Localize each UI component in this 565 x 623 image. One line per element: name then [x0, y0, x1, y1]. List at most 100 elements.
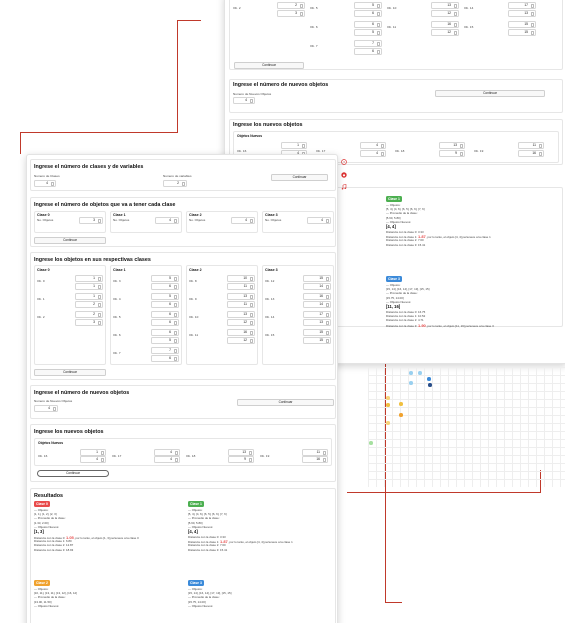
- objects-per-class-continue-button[interactable]: Continuar: [34, 237, 106, 244]
- object-label: Ob. 9: [189, 297, 197, 301]
- vars-count-input[interactable]: 2: [163, 180, 187, 187]
- objects-count-input[interactable]: 3: [79, 217, 103, 224]
- back-new-object-input[interactable]: 4: [360, 150, 386, 157]
- back-object-input[interactable]: 6: [354, 48, 382, 55]
- github-icon[interactable]: [341, 172, 347, 178]
- new-objects-continue-button[interactable]: Continuar: [37, 470, 109, 477]
- back-new-count-input[interactable]: 4: [233, 97, 255, 104]
- class-count-box: Clase 3 No. Objetos 4: [262, 211, 334, 233]
- back-object-input[interactable]: 7: [354, 40, 382, 47]
- back-new-count-continue-button[interactable]: Continuar: [435, 90, 545, 97]
- new-object-input[interactable]: 16: [302, 456, 328, 463]
- new-objects-subtitle: Objetos Nuevos: [38, 441, 64, 445]
- object-value-input[interactable]: 12: [227, 337, 255, 344]
- object-value-input[interactable]: 12: [227, 319, 255, 326]
- object-value-input[interactable]: 6: [151, 283, 179, 290]
- object-value-input[interactable]: 11: [227, 283, 255, 290]
- object-value-input[interactable]: 15: [303, 337, 331, 344]
- new-object-input[interactable]: 4: [154, 449, 180, 456]
- object-value-input[interactable]: 6: [151, 301, 179, 308]
- distance-row: Distancia con la clase 3: 15.41: [386, 242, 426, 247]
- back-object-input[interactable]: 12: [431, 29, 459, 36]
- object-value-input[interactable]: 10: [227, 275, 255, 282]
- classes-count-input[interactable]: 4: [34, 180, 56, 187]
- new-count-continue-button[interactable]: Continuar: [237, 399, 334, 406]
- new-object-input[interactable]: 4: [80, 456, 106, 463]
- new-object-input[interactable]: 1: [80, 449, 106, 456]
- connector-line: [20, 132, 178, 133]
- object-value-input[interactable]: 6: [151, 311, 179, 318]
- back-object-input[interactable]: 13: [431, 2, 459, 9]
- object-value-input[interactable]: 6: [151, 319, 179, 326]
- object-value-input[interactable]: 17: [303, 311, 331, 318]
- objects-count-label: No. Objetos: [265, 218, 282, 222]
- objects-count-label: No. Objetos: [37, 218, 54, 222]
- object-value-input[interactable]: 15: [303, 329, 331, 336]
- back-new-object-input[interactable]: 4: [360, 142, 386, 149]
- back-new-object-input[interactable]: 16: [518, 150, 544, 157]
- new-object-label: Ob. 17: [112, 454, 122, 458]
- objects-entry-continue-button[interactable]: Continuar: [34, 369, 106, 376]
- class-badge: Clase 0: [34, 501, 50, 507]
- objects-count-input[interactable]: 4: [231, 217, 255, 224]
- back-new-object-input[interactable]: 13: [439, 142, 465, 149]
- back-new-object-input[interactable]: 11: [518, 142, 544, 149]
- object-value-input[interactable]: 7: [151, 347, 179, 354]
- back-new-object-label: Ob. 19: [474, 149, 484, 153]
- objects-count-input[interactable]: 4: [307, 217, 331, 224]
- object-label: Ob. 0: [37, 279, 45, 283]
- help-circle-icon[interactable]: ?: [341, 159, 347, 165]
- classes-vars-card: Ingrese el número de clases y de variabl…: [30, 159, 336, 191]
- object-value-input[interactable]: 2: [75, 311, 103, 318]
- back-object-input[interactable]: 16: [431, 21, 459, 28]
- back-object-input[interactable]: 6: [354, 21, 382, 28]
- scatter-point: [428, 383, 432, 387]
- object-value-input[interactable]: 13: [227, 311, 255, 318]
- back-new-object-input[interactable]: 9: [439, 150, 465, 157]
- stage: Ob. 2 2 3 Ob. 5 5 6 Ob. 6 6 5 Ob. 7 7 6 Ob. 10 13 12 Ob…: [0, 0, 565, 623]
- back-new-object-input[interactable]: 1: [281, 142, 307, 149]
- object-value-input[interactable]: 11: [227, 301, 255, 308]
- back-new-objects-subtitle: Objetos Nuevos: [237, 134, 263, 138]
- back-object-input[interactable]: 13: [508, 10, 536, 17]
- new-object-input[interactable]: 4: [154, 456, 180, 463]
- scatter-point: [409, 381, 413, 385]
- back-object-input[interactable]: 6: [354, 10, 382, 17]
- back-object-input[interactable]: 5: [354, 2, 382, 9]
- object-value-input[interactable]: 1: [75, 283, 103, 290]
- back-object-input[interactable]: 5: [354, 29, 382, 36]
- new-object-input[interactable]: 13: [228, 449, 254, 456]
- object-value-input[interactable]: 6: [151, 355, 179, 362]
- music-note-icon[interactable]: [341, 184, 347, 190]
- back-object-input[interactable]: 15: [508, 21, 536, 28]
- back-object-input[interactable]: 2: [277, 2, 305, 9]
- new-object-input[interactable]: 11: [302, 449, 328, 456]
- object-value-input[interactable]: 16: [227, 329, 255, 336]
- back-continue-button[interactable]: Continuar: [234, 62, 304, 69]
- object-value-input[interactable]: 1: [75, 293, 103, 300]
- object-value-input[interactable]: 2: [75, 301, 103, 308]
- object-label: Ob. 10: [189, 315, 199, 319]
- back-object-input[interactable]: 17: [508, 2, 536, 9]
- new-count-input[interactable]: 4: [34, 405, 58, 412]
- object-value-input[interactable]: 14: [303, 301, 331, 308]
- object-label: Ob. 13: [265, 297, 275, 301]
- object-value-input[interactable]: 5: [151, 293, 179, 300]
- object-value-input[interactable]: 13: [227, 293, 255, 300]
- object-value-input[interactable]: 3: [75, 319, 103, 326]
- back-object-label: Ob. 6: [310, 25, 318, 29]
- object-value-input[interactable]: 14: [303, 283, 331, 290]
- object-value-input[interactable]: 6: [151, 329, 179, 336]
- back-object-input[interactable]: 12: [431, 10, 459, 17]
- object-value-input[interactable]: 16: [303, 293, 331, 300]
- object-value-input[interactable]: 5: [151, 337, 179, 344]
- object-value-input[interactable]: 5: [151, 275, 179, 282]
- objects-count-input[interactable]: 4: [155, 217, 179, 224]
- classes-vars-continue-button[interactable]: Continuar: [271, 174, 328, 181]
- back-object-input[interactable]: 3: [277, 10, 305, 17]
- object-value-input[interactable]: 15: [303, 275, 331, 282]
- object-value-input[interactable]: 13: [303, 319, 331, 326]
- back-object-input[interactable]: 15: [508, 29, 536, 36]
- new-object-input[interactable]: 9: [228, 456, 254, 463]
- object-value-input[interactable]: 1: [75, 275, 103, 282]
